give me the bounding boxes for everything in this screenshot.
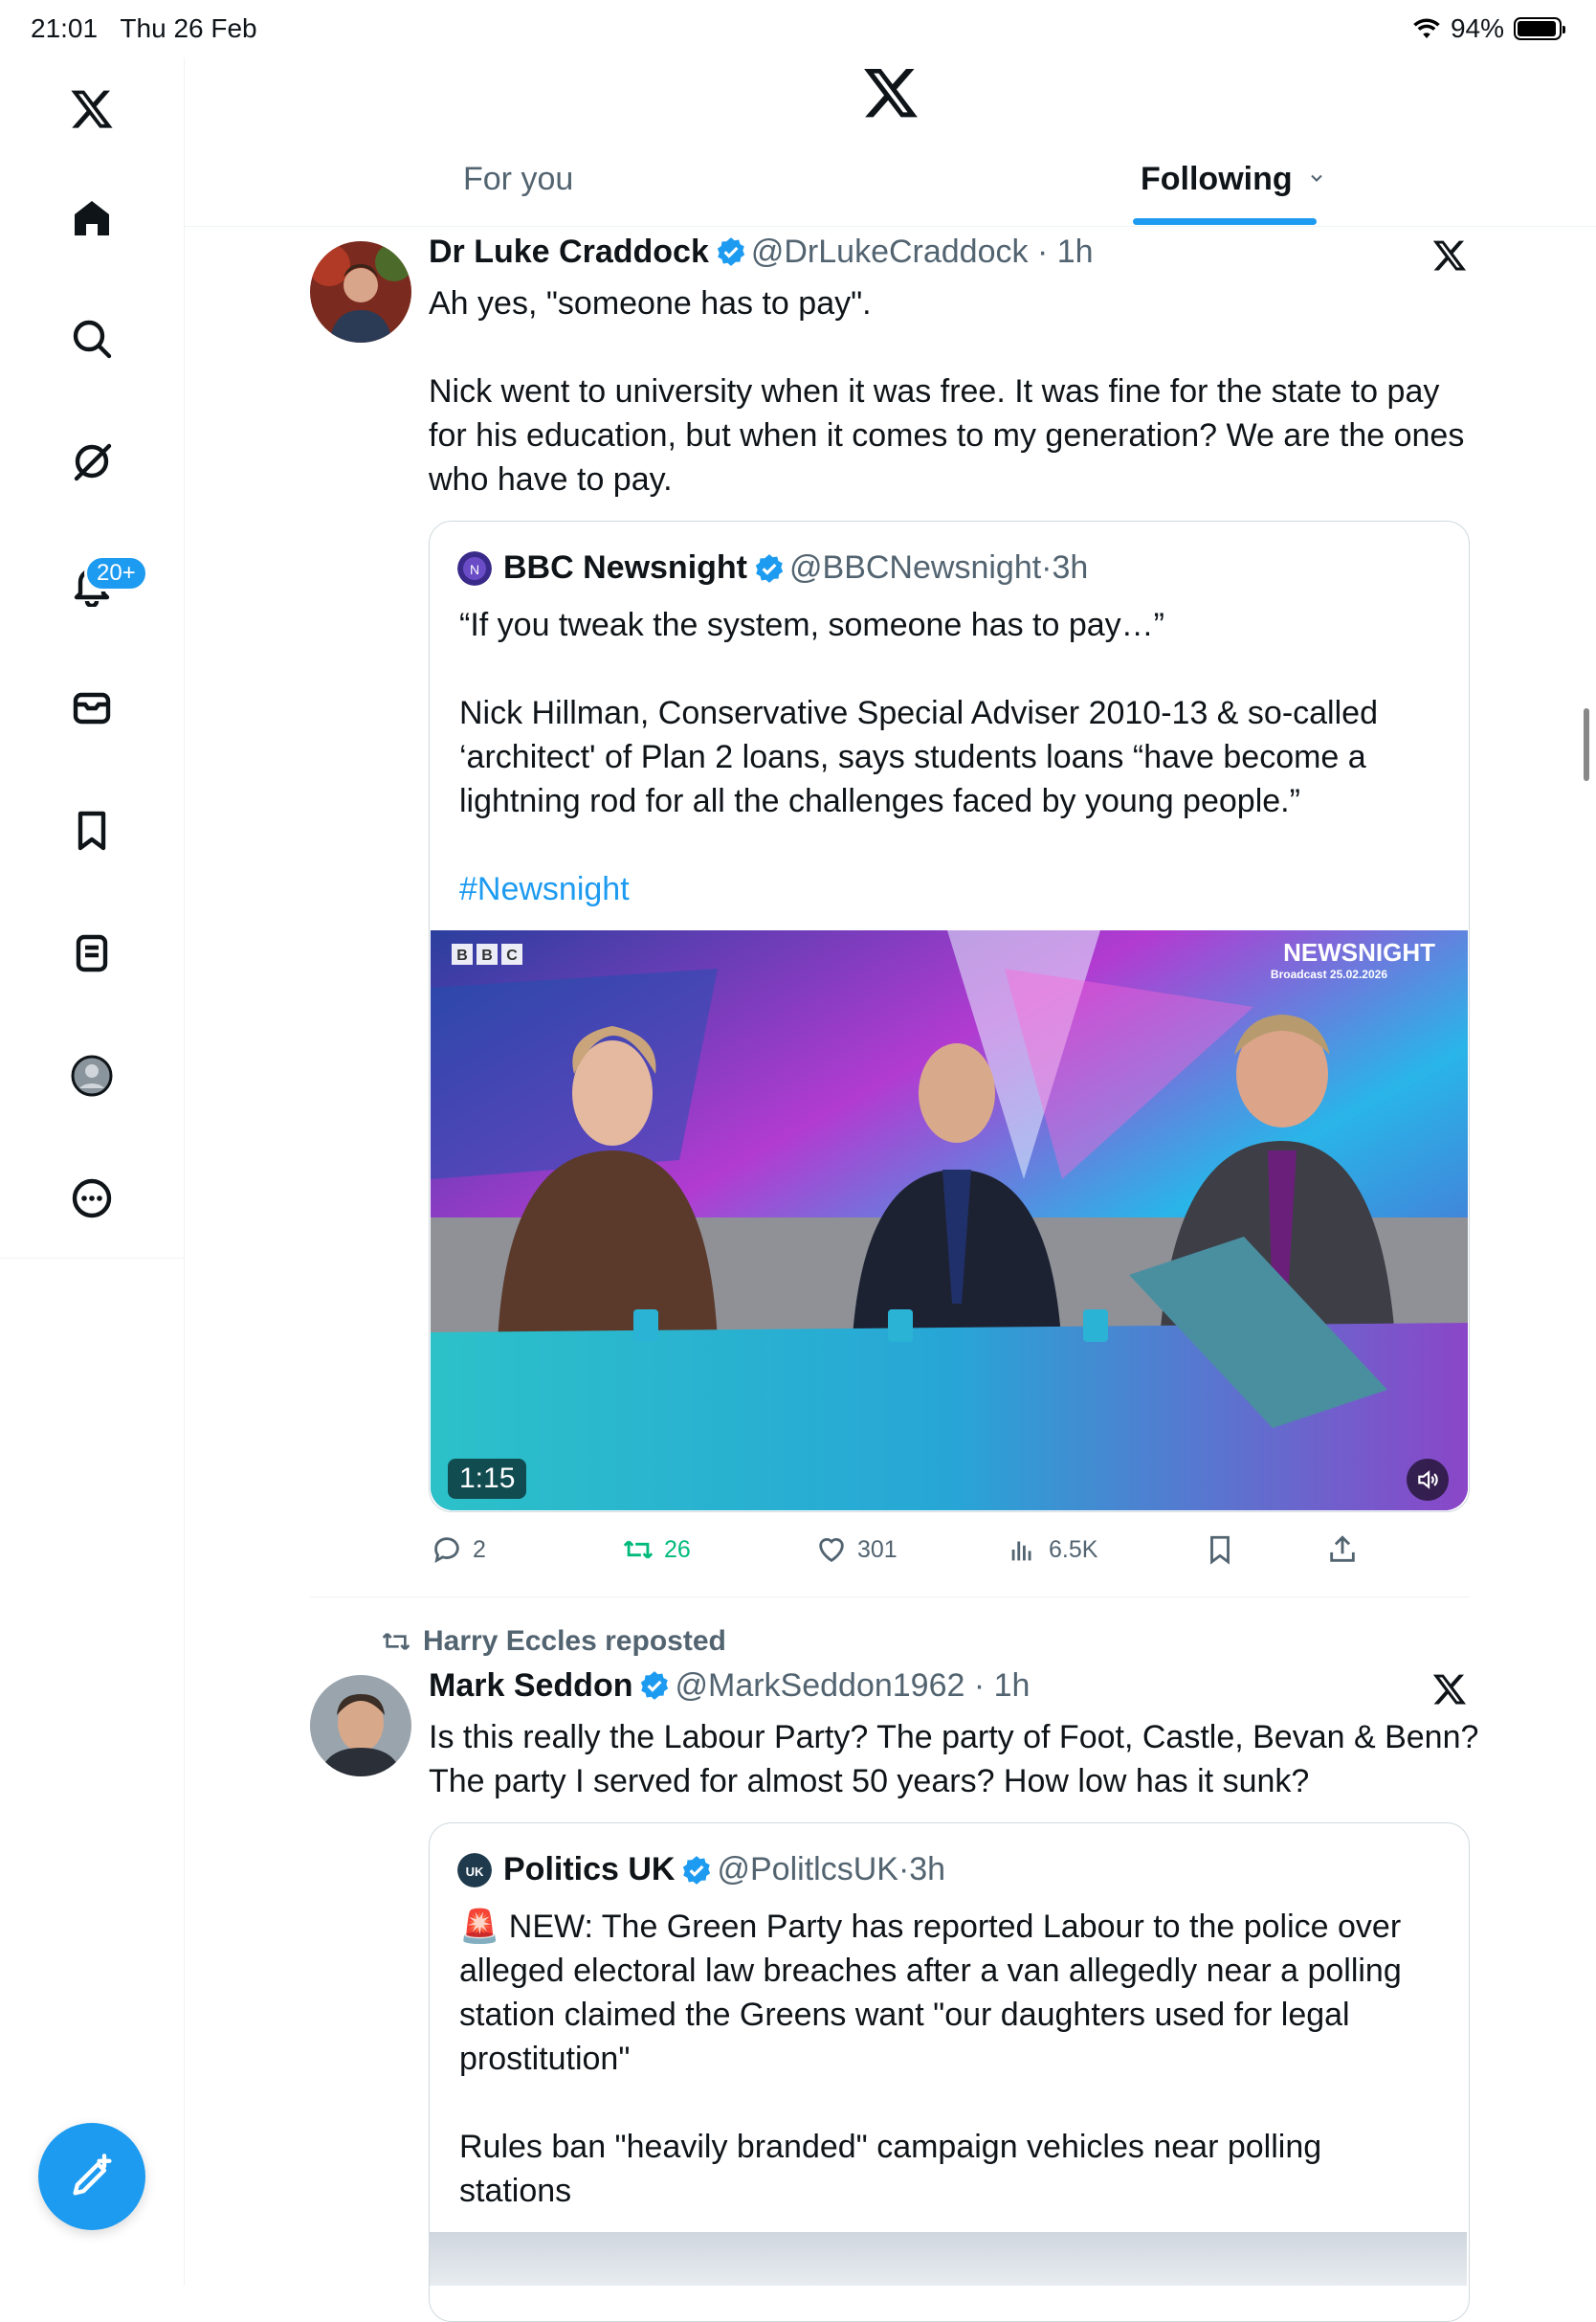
sidebar-divider	[0, 1258, 184, 1259]
header-divider	[185, 226, 1596, 227]
repost-label: Harry Eccles reposted	[423, 1625, 726, 1657]
grok-x-icon[interactable]	[1431, 1671, 1470, 1709]
messages-icon[interactable]	[61, 678, 122, 739]
battery-percent: 94%	[1450, 13, 1504, 43]
repost-count: 26	[664, 1535, 691, 1563]
wifi-icon	[1413, 18, 1440, 38]
tab-for-you[interactable]: For you	[463, 161, 573, 198]
view-count: 6.5K	[1049, 1535, 1098, 1563]
x-logo-icon[interactable]	[61, 78, 122, 140]
status-time: 21:01 Thu 26 Feb	[31, 13, 257, 43]
volume-icon[interactable]	[1407, 1459, 1449, 1501]
quote-time: 3h	[1052, 549, 1089, 586]
views-button[interactable]: 6.5K	[1007, 1533, 1097, 1566]
svg-text:N: N	[470, 562, 479, 577]
heart-icon	[819, 1538, 844, 1563]
bookmark-icon	[1210, 1535, 1230, 1565]
quote-media-preview[interactable]	[430, 2232, 1467, 2286]
avatar[interactable]	[310, 1675, 411, 1776]
author-handle[interactable]: @MarkSeddon1962	[675, 1667, 964, 1704]
verified-icon	[717, 237, 745, 266]
tab-underline	[1133, 218, 1317, 225]
quote-author-handle: @PolitlcsUK	[717, 1851, 898, 1887]
tweet-header: Mark Seddon @MarkSeddon1962 · 1h	[429, 1667, 1031, 1704]
notifications-badge: 20+	[84, 555, 148, 592]
verified-icon	[641, 1671, 669, 1700]
quote-header: UK Politics UK @PolitlcsUK · 3h	[457, 1851, 945, 1888]
politics-uk-avatar[interactable]: UK	[457, 1852, 492, 1887]
tab-following-label: Following	[1141, 161, 1293, 197]
video-duration: 1:15	[448, 1459, 527, 1499]
author-name[interactable]: Dr Luke Craddock	[429, 234, 709, 270]
video-player[interactable]: B B C NEWSNIGHT Broadcast 25.02.2026	[431, 930, 1468, 1510]
compose-icon	[73, 2154, 112, 2196]
like-button[interactable]: 301	[815, 1533, 898, 1566]
profile-icon[interactable]	[61, 1045, 122, 1106]
svg-text:NEWSNIGHT: NEWSNIGHT	[1283, 938, 1435, 967]
repost-button[interactable]: 26	[622, 1533, 691, 1566]
compose-button[interactable]	[38, 2123, 145, 2230]
like-count: 301	[857, 1535, 898, 1563]
quote-text: 🚨 NEW: The Green Party has reported Labo…	[459, 1909, 1402, 2209]
repost-icon	[382, 1633, 410, 1650]
bbc-newsnight-avatar[interactable]: N	[457, 550, 492, 586]
quote-header: N BBC Newsnight @BBCNewsnight · 3h	[457, 549, 1088, 587]
author-name[interactable]: Mark Seddon	[429, 1667, 632, 1704]
quote-author-name: Politics UK	[503, 1851, 676, 1887]
quote-author-handle: @BBCNewsnight	[789, 549, 1042, 586]
tweet-time[interactable]: 1h	[994, 1667, 1031, 1704]
svg-text:UK: UK	[466, 1864, 484, 1879]
scrollbar[interactable]	[1584, 708, 1589, 781]
video-thumbnail: B B C NEWSNIGHT Broadcast 25.02.2026	[431, 930, 1468, 1510]
share-button[interactable]	[1326, 1533, 1359, 1566]
search-icon[interactable]	[61, 308, 122, 369]
tweet-header: Dr Luke Craddock @DrLukeCraddock · 1h	[429, 234, 1094, 270]
battery-icon	[1514, 17, 1565, 40]
svg-text:B: B	[481, 948, 493, 964]
author-handle[interactable]: @DrLukeCraddock	[751, 234, 1029, 270]
verified-icon	[755, 553, 784, 583]
hashtag-link[interactable]: #Newsnight	[459, 867, 630, 911]
home-icon[interactable]	[61, 188, 122, 249]
header-x-logo-icon[interactable]	[861, 63, 920, 123]
bookmarks-icon[interactable]	[61, 800, 122, 861]
grok-icon[interactable]	[61, 431, 122, 492]
repost-icon	[623, 1540, 654, 1559]
quote-time: 3h	[909, 1851, 946, 1887]
svg-text:B: B	[456, 948, 468, 964]
quote-text: “If you tweak the system, someone has to…	[459, 607, 1378, 819]
avatar[interactable]	[310, 241, 411, 343]
verified-icon	[683, 1855, 711, 1885]
share-icon	[1330, 1535, 1355, 1562]
reply-count: 2	[473, 1535, 486, 1563]
repost-context[interactable]: Harry Eccles reposted	[381, 1625, 726, 1658]
tweet-text: Is this really the Labour Party? The par…	[429, 1719, 1479, 1799]
reply-button[interactable]: 2	[431, 1533, 486, 1566]
tweet-text: Ah yes, "someone has to pay". Nick went …	[429, 285, 1465, 498]
svg-text:Broadcast 25.02.2026: Broadcast 25.02.2026	[1271, 968, 1387, 981]
bookmark-button[interactable]	[1204, 1533, 1236, 1566]
views-icon	[1011, 1541, 1031, 1561]
more-icon[interactable]	[61, 1168, 122, 1229]
reply-icon	[434, 1537, 459, 1564]
status-right: 94%	[1412, 13, 1565, 44]
chevron-down-icon	[1311, 174, 1322, 182]
lists-icon[interactable]	[61, 923, 122, 984]
grok-x-icon[interactable]	[1431, 237, 1470, 276]
tweet-time[interactable]: 1h	[1057, 234, 1094, 270]
quote-author-name: BBC Newsnight	[503, 549, 747, 586]
tab-following[interactable]: Following	[1141, 161, 1326, 198]
tweet-divider	[310, 1596, 1470, 1597]
svg-text:C: C	[506, 948, 518, 964]
